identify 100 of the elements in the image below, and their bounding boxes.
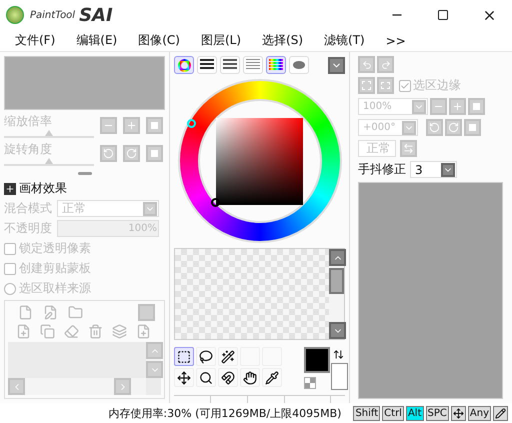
color-grid-icon — [269, 59, 283, 71]
move-tool[interactable] — [174, 368, 194, 388]
eyedropper-tool[interactable] — [262, 368, 282, 388]
menu-item[interactable]: 选择(S) — [255, 32, 318, 49]
new-linework-layer-icon[interactable] — [43, 305, 58, 320]
reset-button[interactable] — [146, 145, 163, 162]
foreground-color-swatch[interactable] — [304, 347, 330, 374]
option-label: 选区取样来源 — [19, 280, 91, 297]
modifier-key[interactable]: SPC — [426, 406, 449, 420]
rotate-tool[interactable] — [218, 368, 238, 388]
vertical-scrollbar[interactable] — [146, 342, 161, 378]
menu-item[interactable]: 图层(L) — [194, 32, 256, 49]
panel-menu-button[interactable] — [328, 56, 345, 74]
rotate-right-button[interactable] — [123, 145, 140, 162]
rotate-left-button[interactable] — [426, 119, 443, 136]
lasso-icon — [199, 350, 213, 364]
menu-item[interactable]: 文件(F) — [8, 32, 70, 49]
layer-mask-button[interactable] — [138, 304, 155, 321]
merge-layers-icon[interactable] — [112, 324, 127, 339]
selection-tool[interactable] — [174, 347, 194, 366]
reset-zoom-button[interactable] — [468, 98, 485, 115]
field-label: 混合模式 — [4, 200, 52, 217]
menu-item[interactable]: 滤镜(T) — [317, 32, 379, 49]
menu-item[interactable]: >> — [378, 34, 420, 48]
flip-button[interactable] — [400, 140, 417, 157]
menu-item[interactable]: 编辑(E) — [69, 32, 132, 49]
option-label: 锁定透明像素 — [19, 240, 91, 257]
color-wheel-icon — [178, 58, 190, 72]
color-mode-tab[interactable] — [174, 56, 194, 74]
option-label: 选区边缘 — [413, 77, 461, 94]
stabilizer-select[interactable]: 3 — [410, 161, 457, 178]
checkbox[interactable] — [4, 242, 16, 254]
vertical-scrollbar[interactable] — [329, 249, 344, 340]
plus-icon — [126, 120, 137, 131]
background-color-swatch[interactable] — [331, 363, 348, 390]
rotate-right-button[interactable] — [445, 119, 462, 136]
rotate-left-icon — [103, 148, 114, 159]
rotate-left-icon — [429, 122, 440, 133]
pen-icon — [495, 408, 506, 418]
reset-rotation-button[interactable] — [464, 119, 481, 136]
trash-icon[interactable] — [88, 324, 103, 339]
checkbox[interactable] — [399, 80, 411, 92]
eraser-icon[interactable] — [64, 324, 79, 339]
swatch-list-icon — [246, 59, 260, 71]
transparent-color-button[interactable] — [304, 377, 316, 390]
modifier-key[interactable]: Alt — [406, 406, 424, 420]
move-icon — [452, 408, 464, 418]
hand-icon — [243, 370, 257, 385]
slider-label: 旋转角度 — [4, 141, 53, 158]
modifier-key[interactable]: Ctrl — [382, 406, 404, 420]
hand-tool[interactable] — [240, 368, 260, 388]
lime-logo-icon — [6, 6, 24, 24]
checkbox[interactable] — [4, 262, 16, 274]
color-mode-tab[interactable] — [266, 56, 286, 74]
zoom-out-button[interactable] — [100, 117, 117, 134]
rgb-sliders-icon — [200, 59, 214, 71]
menu-item[interactable]: 图像(C) — [131, 32, 194, 49]
hue-marker[interactable] — [186, 119, 196, 128]
field-label: 不透明度 — [4, 220, 52, 237]
new-mask-icon[interactable] — [136, 324, 151, 339]
radio-button[interactable] — [4, 282, 16, 294]
magic-wand-icon — [221, 350, 235, 364]
redo-button[interactable] — [377, 56, 394, 73]
selection-icon — [177, 350, 191, 364]
saturation-square[interactable] — [216, 118, 303, 205]
rotate-right-icon — [448, 122, 459, 133]
new-layer-icon[interactable] — [18, 305, 33, 320]
zoom-in-button[interactable] — [123, 117, 140, 134]
folder-icon[interactable] — [68, 305, 83, 320]
undo-button[interactable] — [358, 56, 375, 73]
slider-thumb[interactable] — [45, 158, 53, 164]
swap-colors-icon — [333, 349, 344, 360]
redo-icon — [380, 60, 390, 70]
merge-down-icon[interactable] — [40, 324, 55, 339]
color-marker[interactable] — [211, 198, 220, 207]
flip-arrows-icon — [403, 143, 414, 154]
modifier-key[interactable]: Shift — [353, 406, 380, 420]
zoom-icon — [199, 370, 213, 385]
zoom-tool[interactable] — [196, 368, 216, 388]
slider-thumb[interactable] — [45, 130, 53, 136]
lasso-tool[interactable] — [196, 347, 216, 366]
zoom-out-button[interactable] — [430, 98, 447, 115]
any-key[interactable]: Any — [468, 406, 491, 420]
splitter-handle[interactable] — [78, 172, 92, 174]
plus-box-icon — [4, 182, 16, 194]
dashed-square-icon — [381, 82, 390, 89]
logo-text: SAI — [79, 4, 113, 26]
slider-label: 缩放倍率 — [4, 113, 53, 130]
square-icon — [469, 124, 476, 131]
hsv-sliders-icon — [223, 59, 237, 71]
deselect-button[interactable] — [358, 77, 375, 94]
magic-wand-tool[interactable] — [218, 347, 238, 366]
pen-button[interactable] — [493, 406, 508, 420]
zoom-in-button[interactable] — [449, 98, 466, 115]
rotate-left-button[interactable] — [100, 145, 117, 162]
move-mode-button[interactable] — [450, 406, 466, 420]
select-all-button[interactable] — [377, 77, 394, 94]
transfer-down-icon[interactable] — [16, 324, 31, 339]
reset-button[interactable] — [146, 117, 163, 134]
horizontal-scrollbar[interactable] — [8, 378, 146, 395]
